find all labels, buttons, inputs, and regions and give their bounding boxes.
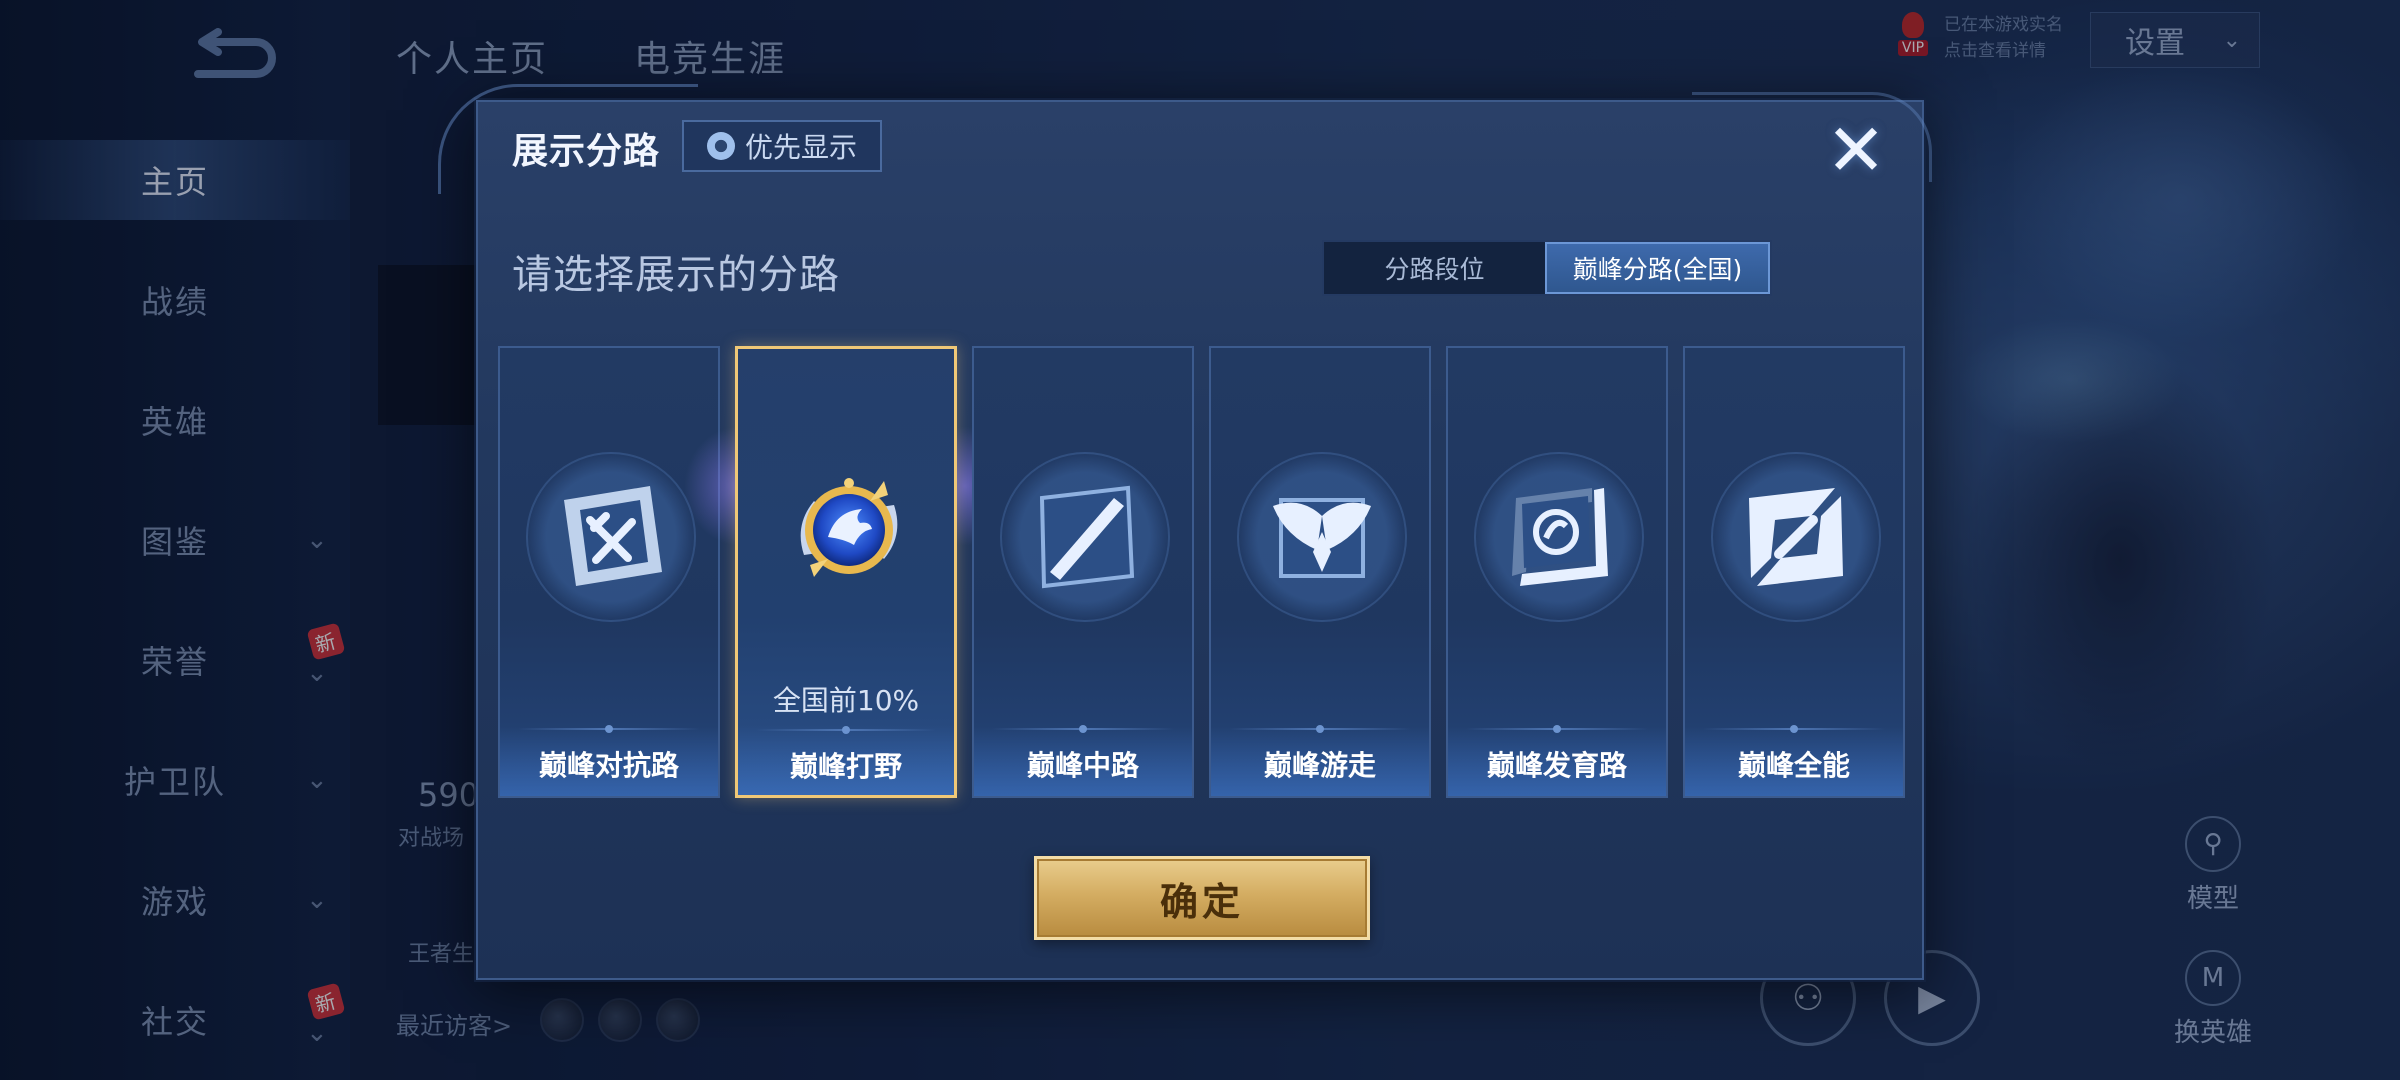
card-divider	[518, 725, 700, 733]
card-divider	[992, 725, 1174, 733]
card-divider	[1466, 725, 1648, 733]
gear-icon	[702, 128, 739, 164]
lane-card-jungle[interactable]: 全国前10% 巅峰打野	[735, 346, 957, 798]
tab-peak-lane-national[interactable]: 巅峰分路(全国)	[1545, 242, 1770, 294]
lane-mode-toggle: 分路段位 巅峰分路(全国)	[1322, 240, 1772, 296]
dialog-subtitle: 请选择展示的分路	[512, 252, 840, 298]
lane-card-clash[interactable]: 巅峰对抗路	[498, 346, 720, 798]
lane-card-label: 巅峰对抗路	[538, 749, 679, 782]
jungle-dragon-emblem-icon	[784, 465, 914, 595]
lane-card-roam[interactable]: 巅峰游走	[1209, 346, 1431, 798]
close-icon[interactable]: ✕	[1820, 114, 1892, 186]
roam-wings-icon	[1261, 476, 1383, 598]
card-divider	[756, 726, 936, 734]
lane-display-dialog: 展示分路 优先显示 ✕ 请选择展示的分路 分路段位 巅峰分路(全国) 巅峰对抗路	[438, 84, 1932, 980]
rank-badge: 全国前10%	[772, 684, 920, 717]
lane-card-mid[interactable]: 巅峰中路	[972, 346, 1194, 798]
cloud-decoration	[1692, 92, 1932, 182]
mid-lane-icon	[1024, 476, 1146, 598]
clash-lane-icon	[550, 476, 672, 598]
lane-card-label: 巅峰中路	[1026, 749, 1139, 782]
confirm-button[interactable]: 确定	[1034, 856, 1370, 940]
lane-card-label: 巅峰发育路	[1486, 749, 1627, 782]
lane-card-farm[interactable]: 巅峰发育路	[1446, 346, 1668, 798]
lane-card-all-round[interactable]: 巅峰全能	[1683, 346, 1905, 798]
card-divider	[1229, 725, 1411, 733]
all-round-icon	[1735, 476, 1857, 598]
lane-card-list: 巅峰对抗路 全国前10% 巅峰打野 巅峰中路 巅峰游走 巅峰发育路 巅峰全能	[498, 346, 1906, 798]
dialog-title: 展示分路	[512, 131, 661, 172]
farm-lane-icon	[1498, 476, 1620, 598]
card-divider	[1703, 725, 1885, 733]
lane-card-label: 巅峰全能	[1737, 749, 1850, 782]
priority-display-label: 优先显示	[744, 131, 857, 164]
lane-card-label: 巅峰打野	[789, 750, 902, 783]
tab-lane-rank[interactable]: 分路段位	[1324, 242, 1545, 294]
priority-display-button[interactable]: 优先显示	[682, 120, 882, 172]
lane-card-label: 巅峰游走	[1263, 749, 1376, 782]
